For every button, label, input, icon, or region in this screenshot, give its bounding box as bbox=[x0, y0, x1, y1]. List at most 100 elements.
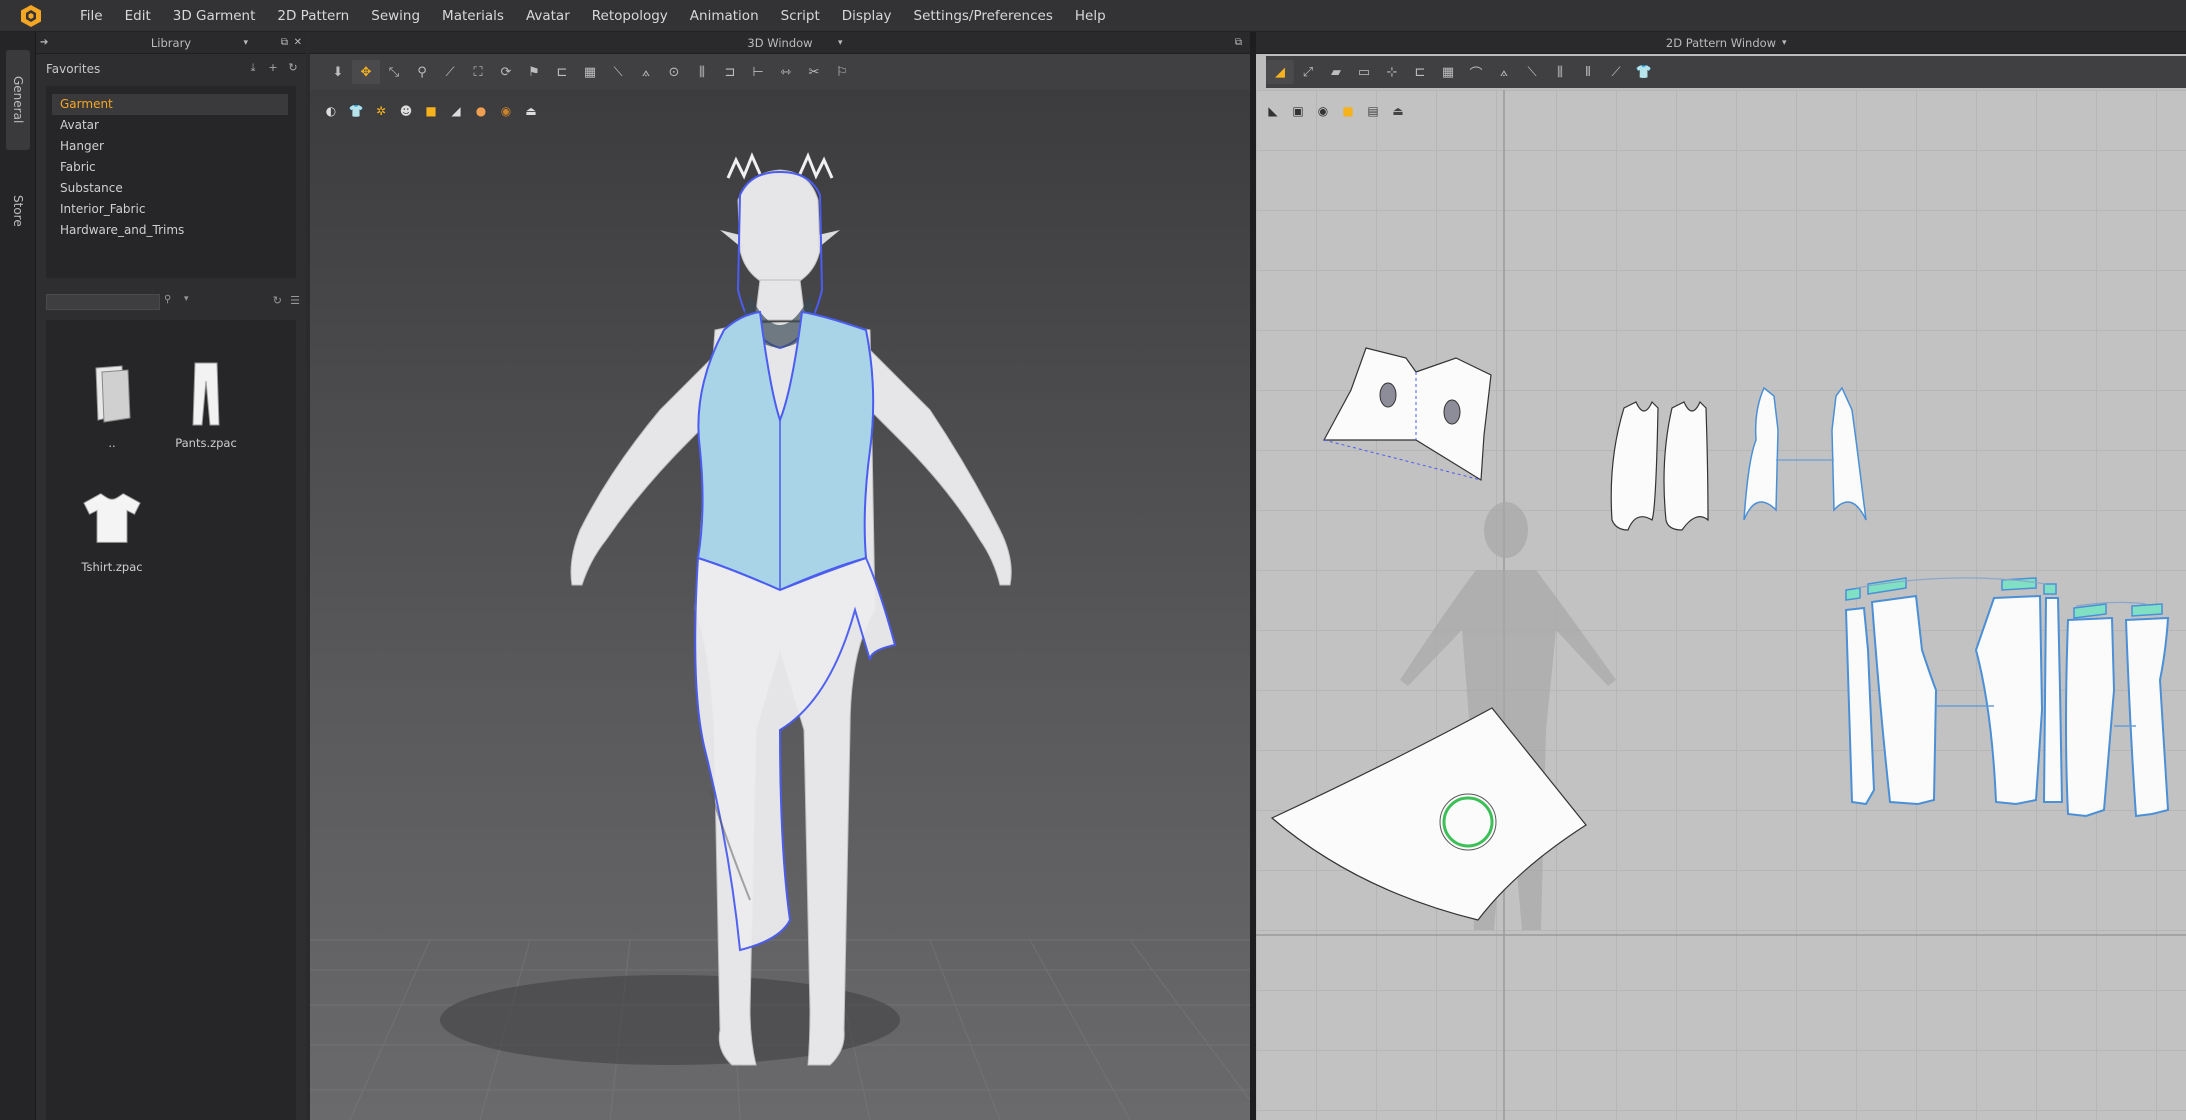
menu-materials[interactable]: Materials bbox=[431, 0, 515, 32]
dropdown-arrow-icon[interactable]: ▾ bbox=[838, 38, 843, 48]
2d-pattern-window: 2D Pattern Window ▾ ◢ ⤢ ▰ ▭ ⊹ ⊏ ▦ ⌒ ⟑ ⟍ … bbox=[1256, 32, 2186, 1120]
tape-icon[interactable]: ⊐ bbox=[716, 60, 744, 84]
camera-view-icon[interactable]: ◐ bbox=[320, 100, 342, 122]
hood-pattern[interactable] bbox=[1322, 347, 1492, 482]
menu-retopology[interactable]: Retopology bbox=[581, 0, 679, 32]
select-mesh-icon[interactable]: ⬇ bbox=[324, 60, 352, 84]
3d-window-header: 3D Window ▾ ⧉ bbox=[310, 32, 1250, 54]
menu-edit[interactable]: Edit bbox=[114, 0, 162, 32]
library-search-input[interactable] bbox=[46, 294, 160, 310]
undock-icon[interactable]: ⧉ bbox=[1235, 37, 1242, 48]
menu-3d-garment[interactable]: 3D Garment bbox=[162, 0, 267, 32]
fold-tool-icon[interactable]: ⤡ bbox=[380, 60, 408, 84]
menu-file[interactable]: File bbox=[69, 0, 114, 32]
curve-icon[interactable]: ⌒ bbox=[1462, 60, 1490, 84]
pin-icon[interactable]: ⚑ bbox=[520, 60, 548, 84]
file-item-parent-folder[interactable]: .. bbox=[72, 358, 152, 450]
avatar-display-icon[interactable]: ☻ bbox=[395, 100, 417, 122]
internal-line-icon[interactable]: ⊹ bbox=[1378, 60, 1406, 84]
favorite-fabric[interactable]: Fabric bbox=[46, 157, 296, 178]
favorite-garment[interactable]: Garment bbox=[52, 94, 288, 115]
menu-script[interactable]: Script bbox=[770, 0, 831, 32]
stitch-icon[interactable]: ⟑ bbox=[632, 60, 660, 84]
pattern-info-icon[interactable]: ▣ bbox=[1287, 100, 1309, 122]
refresh-icon[interactable]: ↻ bbox=[286, 61, 300, 75]
close-icon[interactable]: ✕ bbox=[294, 37, 302, 48]
file-item-pants[interactable]: Pants.zpac bbox=[166, 358, 246, 450]
dart-icon[interactable]: ⊏ bbox=[1406, 60, 1434, 84]
cut-icon[interactable]: ✂ bbox=[800, 60, 828, 84]
line-tool-icon[interactable]: ⟋ bbox=[1602, 60, 1630, 84]
export-icon[interactable]: ⏏ bbox=[520, 100, 542, 122]
search-icon[interactable]: ⚲ bbox=[164, 294, 171, 305]
simulation-icon[interactable]: ✲ bbox=[370, 100, 392, 122]
zipper-pattern-icon[interactable]: ⫼ bbox=[1546, 60, 1574, 84]
gizmo-icon[interactable]: ⛶ bbox=[464, 60, 492, 84]
search-dropdown-icon[interactable]: ▾ bbox=[184, 294, 189, 304]
garment-display-icon[interactable]: 👕 bbox=[345, 100, 367, 122]
dropdown-arrow-icon[interactable]: ▾ bbox=[243, 38, 248, 48]
segment-icon[interactable]: ⊏ bbox=[548, 60, 576, 84]
menu-2d-pattern[interactable]: 2D Pattern bbox=[266, 0, 360, 32]
pattern-display-icon[interactable]: ▤ bbox=[1362, 100, 1384, 122]
pleat-icon[interactable]: ⫴ bbox=[1574, 60, 1602, 84]
symmetry-icon[interactable]: ⇿ bbox=[772, 60, 800, 84]
pants-icon bbox=[176, 358, 236, 430]
menu-help[interactable]: Help bbox=[1064, 0, 1117, 32]
export-2d-icon[interactable]: ⏏ bbox=[1387, 100, 1409, 122]
texture-display-icon[interactable]: ■ bbox=[420, 100, 442, 122]
button-tool-icon[interactable]: ⊙ bbox=[660, 60, 688, 84]
tab-general[interactable]: General bbox=[6, 50, 30, 150]
menu-avatar[interactable]: Avatar bbox=[515, 0, 581, 32]
menu-display[interactable]: Display bbox=[831, 0, 903, 32]
garment-icon[interactable]: 👕 bbox=[1630, 60, 1658, 84]
menu-settings[interactable]: Settings/Preferences bbox=[903, 0, 1064, 32]
list-view-icon[interactable]: ☰ bbox=[290, 294, 300, 307]
file-item-tshirt[interactable]: Tshirt.zpac bbox=[72, 482, 152, 574]
fold-line-icon[interactable]: ⊢ bbox=[744, 60, 772, 84]
favorite-substance[interactable]: Substance bbox=[46, 178, 296, 199]
favorite-hardware-and-trims[interactable]: Hardware_and_Trims bbox=[46, 220, 296, 241]
2d-pattern-viewport[interactable]: ◣ ▣ ◉ ■ ▤ ⏏ bbox=[1256, 90, 2186, 1120]
favorites-list: Garment Avatar Hanger Fabric Substance I… bbox=[46, 86, 296, 278]
texture-2d-icon[interactable]: ◉ bbox=[1312, 100, 1334, 122]
app-logo-icon[interactable] bbox=[15, 0, 47, 32]
3d-viewport[interactable]: ◐ 👕 ✲ ☻ ■ ◢ ● ◉ ⏏ bbox=[310, 90, 1250, 1120]
free-sew-icon[interactable]: ⟍ bbox=[1518, 60, 1546, 84]
move-tool-icon[interactable]: ✥ bbox=[352, 60, 380, 84]
light-icon[interactable]: ◢ bbox=[445, 100, 467, 122]
undock-icon[interactable]: ⧉ bbox=[281, 37, 288, 48]
import-icon[interactable]: ⤓ bbox=[246, 61, 260, 75]
menu-animation[interactable]: Animation bbox=[679, 0, 770, 32]
menu-sewing[interactable]: Sewing bbox=[360, 0, 431, 32]
rectangle-icon[interactable]: ▭ bbox=[1350, 60, 1378, 84]
transform-pattern-icon[interactable]: ⤢ bbox=[1294, 60, 1322, 84]
favorite-interior-fabric[interactable]: Interior_Fabric bbox=[46, 199, 296, 220]
material-icon[interactable]: ◉ bbox=[495, 100, 517, 122]
pants-pattern[interactable] bbox=[1844, 577, 2170, 818]
avatar-pose-icon[interactable]: ⚐ bbox=[828, 60, 856, 84]
vest-front-pattern[interactable] bbox=[1610, 400, 1709, 531]
tack-tool-icon[interactable]: ⚲ bbox=[408, 60, 436, 84]
favorite-hanger[interactable]: Hanger bbox=[46, 136, 296, 157]
refresh-list-icon[interactable]: ↻ bbox=[273, 294, 282, 307]
measure-tool-icon[interactable]: ⟋ bbox=[436, 60, 464, 84]
add-icon[interactable]: + bbox=[266, 61, 280, 75]
rotate-icon[interactable]: ⟳ bbox=[492, 60, 520, 84]
tab-store-label: Store bbox=[11, 195, 25, 227]
favorite-avatar[interactable]: Avatar bbox=[46, 115, 296, 136]
pattern-view-icon[interactable]: ◣ bbox=[1262, 100, 1284, 122]
segment-sew-icon[interactable]: ⟑ bbox=[1490, 60, 1518, 84]
vest-back-pattern[interactable] bbox=[1743, 386, 1867, 521]
edit-pattern-icon[interactable]: ◢ bbox=[1266, 60, 1294, 84]
fabric-color-icon[interactable]: ■ bbox=[1337, 100, 1359, 122]
library-panel: ➔ Library ▾ ⧉ ✕ Favorites ⤓ + ↻ Garment … bbox=[36, 32, 306, 1120]
grid-pattern-icon[interactable]: ▦ bbox=[1434, 60, 1462, 84]
sew-line-icon[interactable]: ⟍ bbox=[604, 60, 632, 84]
dropdown-arrow-icon[interactable]: ▾ bbox=[1782, 38, 1787, 48]
zipper-icon[interactable]: ⫼ bbox=[688, 60, 716, 84]
skin-display-icon[interactable]: ● bbox=[470, 100, 492, 122]
tab-store[interactable]: Store bbox=[6, 166, 30, 256]
grid-icon[interactable]: ▦ bbox=[576, 60, 604, 84]
polygon-icon[interactable]: ▰ bbox=[1322, 60, 1350, 84]
